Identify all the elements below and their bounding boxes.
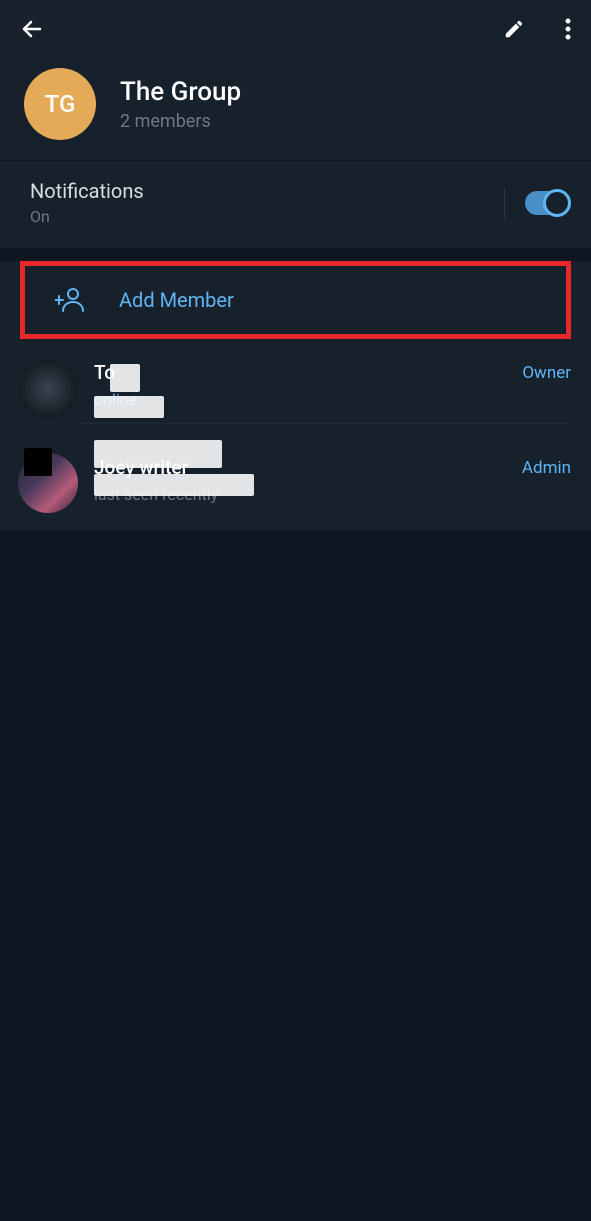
more-options-button[interactable]	[565, 17, 571, 41]
member-row[interactable]: To Owner online	[0, 341, 591, 436]
redaction-overlay	[24, 448, 52, 476]
notifications-label: Notifications	[30, 179, 144, 203]
group-name: The Group	[120, 77, 241, 107]
group-avatar[interactable]: TG	[24, 68, 96, 140]
member-avatar	[18, 359, 78, 419]
notifications-toggle[interactable]	[525, 191, 571, 215]
redaction-overlay	[94, 396, 164, 418]
redaction-overlay	[110, 364, 140, 392]
back-button[interactable]	[20, 17, 44, 41]
notifications-status: On	[30, 207, 144, 226]
member-status: online	[94, 390, 571, 409]
member-role: Owner	[522, 363, 571, 383]
member-role: Admin	[522, 458, 571, 478]
toggle-knob	[543, 189, 571, 217]
notifications-row[interactable]: Notifications On	[0, 161, 591, 248]
add-member-label: Add Member	[119, 288, 234, 312]
member-count: 2 members	[120, 111, 241, 132]
redaction-overlay	[94, 474, 254, 496]
divider	[504, 188, 505, 218]
add-member-button[interactable]: Add Member	[20, 261, 571, 339]
add-member-icon	[55, 286, 85, 314]
avatar-initials: TG	[45, 90, 76, 118]
redaction-overlay	[94, 440, 222, 468]
edit-button[interactable]	[503, 18, 525, 40]
member-row[interactable]: Joey writer Admin last seen recently	[0, 436, 591, 530]
